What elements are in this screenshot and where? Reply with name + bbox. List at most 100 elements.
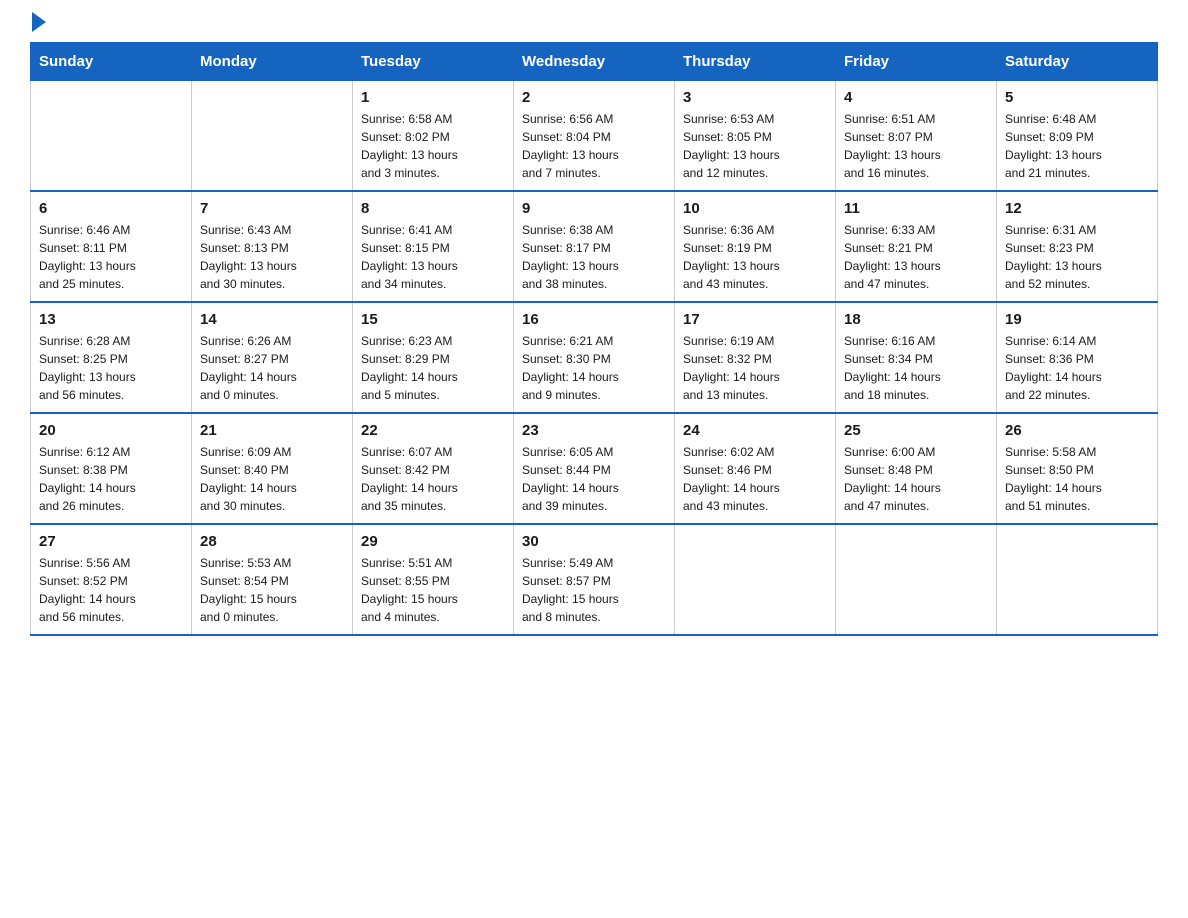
day-info: Sunrise: 6:46 AM Sunset: 8:11 PM Dayligh… — [39, 221, 183, 293]
day-number: 27 — [39, 533, 183, 550]
day-number: 24 — [683, 422, 827, 439]
day-info: Sunrise: 6:38 AM Sunset: 8:17 PM Dayligh… — [522, 221, 666, 293]
calendar-cell: 22 Sunrise: 6:07 AM Sunset: 8:42 PM Dayli… — [353, 413, 514, 524]
day-number: 26 — [1005, 422, 1149, 439]
calendar-cell: 7 Sunrise: 6:43 AM Sunset: 8:13 PM Daylig… — [192, 191, 353, 302]
calendar-cell: 27 Sunrise: 5:56 AM Sunset: 8:52 PM Dayli… — [31, 524, 192, 635]
calendar-cell: 19Sunrise: 6:14 AM Sunset: 8:36 PM Dayli… — [997, 302, 1158, 413]
day-info: Sunrise: 6:51 AM Sunset: 8:07 PM Dayligh… — [844, 110, 988, 182]
day-info: Sunrise: 5:51 AM Sunset: 8:55 PM Dayligh… — [361, 554, 505, 626]
calendar-cell: 12 Sunrise: 6:31 AM Sunset: 8:23 PM Dayli… — [997, 191, 1158, 302]
day-info: Sunrise: 5:49 AM Sunset: 8:57 PM Dayligh… — [522, 554, 666, 626]
calendar-cell: 14 Sunrise: 6:26 AM Sunset: 8:27 PM Dayli… — [192, 302, 353, 413]
day-info: Sunrise: 6:02 AM Sunset: 8:46 PM Dayligh… — [683, 443, 827, 515]
day-info: Sunrise: 6:21 AM Sunset: 8:30 PM Dayligh… — [522, 332, 666, 404]
calendar-cell: 8 Sunrise: 6:41 AM Sunset: 8:15 PM Daylig… — [353, 191, 514, 302]
day-number: 11 — [844, 200, 988, 217]
day-info: Sunrise: 5:56 AM Sunset: 8:52 PM Dayligh… — [39, 554, 183, 626]
day-number: 16 — [522, 311, 666, 328]
calendar-cell: 24 Sunrise: 6:02 AM Sunset: 8:46 PM Dayli… — [675, 413, 836, 524]
weekday-header-tuesday: Tuesday — [353, 43, 514, 81]
day-info: Sunrise: 6:23 AM Sunset: 8:29 PM Dayligh… — [361, 332, 505, 404]
day-info: Sunrise: 6:07 AM Sunset: 8:42 PM Dayligh… — [361, 443, 505, 515]
calendar-cell — [192, 81, 353, 192]
calendar-cell: 13 Sunrise: 6:28 AM Sunset: 8:25 PM Dayli… — [31, 302, 192, 413]
day-info: Sunrise: 6:28 AM Sunset: 8:25 PM Dayligh… — [39, 332, 183, 404]
calendar-cell: 11 Sunrise: 6:33 AM Sunset: 8:21 PM Dayli… — [836, 191, 997, 302]
day-number: 25 — [844, 422, 988, 439]
day-info: Sunrise: 6:31 AM Sunset: 8:23 PM Dayligh… — [1005, 221, 1149, 293]
day-number: 8 — [361, 200, 505, 217]
day-info: Sunrise: 6:12 AM Sunset: 8:38 PM Dayligh… — [39, 443, 183, 515]
day-info: Sunrise: 6:14 AM Sunset: 8:36 PM Dayligh… — [1005, 332, 1149, 404]
week-row-5: 27 Sunrise: 5:56 AM Sunset: 8:52 PM Dayli… — [31, 524, 1158, 635]
calendar-cell: 5 Sunrise: 6:48 AM Sunset: 8:09 PM Daylig… — [997, 81, 1158, 192]
day-number: 30 — [522, 533, 666, 550]
calendar-cell: 30 Sunrise: 5:49 AM Sunset: 8:57 PM Dayli… — [514, 524, 675, 635]
day-number: 5 — [1005, 89, 1149, 106]
calendar-cell: 9 Sunrise: 6:38 AM Sunset: 8:17 PM Daylig… — [514, 191, 675, 302]
day-number: 18 — [844, 311, 988, 328]
day-info: Sunrise: 5:58 AM Sunset: 8:50 PM Dayligh… — [1005, 443, 1149, 515]
calendar-cell — [997, 524, 1158, 635]
weekday-header-thursday: Thursday — [675, 43, 836, 81]
day-info: Sunrise: 6:26 AM Sunset: 8:27 PM Dayligh… — [200, 332, 344, 404]
day-number: 28 — [200, 533, 344, 550]
calendar-cell: 16 Sunrise: 6:21 AM Sunset: 8:30 PM Dayli… — [514, 302, 675, 413]
logo-triangle-icon — [32, 12, 46, 32]
day-info: Sunrise: 6:19 AM Sunset: 8:32 PM Dayligh… — [683, 332, 827, 404]
calendar-cell: 23Sunrise: 6:05 AM Sunset: 8:44 PM Dayli… — [514, 413, 675, 524]
calendar-cell: 6 Sunrise: 6:46 AM Sunset: 8:11 PM Daylig… — [31, 191, 192, 302]
day-info: Sunrise: 6:16 AM Sunset: 8:34 PM Dayligh… — [844, 332, 988, 404]
day-info: Sunrise: 6:43 AM Sunset: 8:13 PM Dayligh… — [200, 221, 344, 293]
day-number: 1 — [361, 89, 505, 106]
week-row-3: 13 Sunrise: 6:28 AM Sunset: 8:25 PM Dayli… — [31, 302, 1158, 413]
calendar-cell: 2 Sunrise: 6:56 AM Sunset: 8:04 PM Daylig… — [514, 81, 675, 192]
calendar-cell: 28Sunrise: 5:53 AM Sunset: 8:54 PM Dayli… — [192, 524, 353, 635]
day-info: Sunrise: 6:33 AM Sunset: 8:21 PM Dayligh… — [844, 221, 988, 293]
day-number: 13 — [39, 311, 183, 328]
calendar-cell: 15 Sunrise: 6:23 AM Sunset: 8:29 PM Dayli… — [353, 302, 514, 413]
weekday-header-monday: Monday — [192, 43, 353, 81]
calendar-cell: 10 Sunrise: 6:36 AM Sunset: 8:19 PM Dayli… — [675, 191, 836, 302]
week-row-2: 6 Sunrise: 6:46 AM Sunset: 8:11 PM Daylig… — [31, 191, 1158, 302]
day-info: Sunrise: 6:09 AM Sunset: 8:40 PM Dayligh… — [200, 443, 344, 515]
weekday-header-wednesday: Wednesday — [514, 43, 675, 81]
day-number: 14 — [200, 311, 344, 328]
day-number: 6 — [39, 200, 183, 217]
calendar-cell: 4Sunrise: 6:51 AM Sunset: 8:07 PM Daylig… — [836, 81, 997, 192]
day-number: 9 — [522, 200, 666, 217]
calendar-cell — [675, 524, 836, 635]
calendar-cell: 18 Sunrise: 6:16 AM Sunset: 8:34 PM Dayli… — [836, 302, 997, 413]
day-number: 17 — [683, 311, 827, 328]
day-info: Sunrise: 6:05 AM Sunset: 8:44 PM Dayligh… — [522, 443, 666, 515]
calendar-cell — [836, 524, 997, 635]
calendar-cell: 1 Sunrise: 6:58 AM Sunset: 8:02 PM Daylig… — [353, 81, 514, 192]
day-number: 20 — [39, 422, 183, 439]
day-info: Sunrise: 6:00 AM Sunset: 8:48 PM Dayligh… — [844, 443, 988, 515]
day-info: Sunrise: 6:53 AM Sunset: 8:05 PM Dayligh… — [683, 110, 827, 182]
day-info: Sunrise: 6:56 AM Sunset: 8:04 PM Dayligh… — [522, 110, 666, 182]
calendar-cell: 3 Sunrise: 6:53 AM Sunset: 8:05 PM Daylig… — [675, 81, 836, 192]
week-row-4: 20 Sunrise: 6:12 AM Sunset: 8:38 PM Dayli… — [31, 413, 1158, 524]
day-info: Sunrise: 6:58 AM Sunset: 8:02 PM Dayligh… — [361, 110, 505, 182]
calendar-cell: 25 Sunrise: 6:00 AM Sunset: 8:48 PM Dayli… — [836, 413, 997, 524]
day-number: 12 — [1005, 200, 1149, 217]
day-number: 2 — [522, 89, 666, 106]
day-info: Sunrise: 6:36 AM Sunset: 8:19 PM Dayligh… — [683, 221, 827, 293]
day-number: 15 — [361, 311, 505, 328]
day-number: 3 — [683, 89, 827, 106]
day-info: Sunrise: 6:41 AM Sunset: 8:15 PM Dayligh… — [361, 221, 505, 293]
logo — [30, 20, 46, 32]
week-row-1: 1 Sunrise: 6:58 AM Sunset: 8:02 PM Daylig… — [31, 81, 1158, 192]
calendar-table: SundayMondayTuesdayWednesdayThursdayFrid… — [30, 42, 1158, 636]
calendar-cell: 26 Sunrise: 5:58 AM Sunset: 8:50 PM Dayli… — [997, 413, 1158, 524]
day-number: 7 — [200, 200, 344, 217]
day-info: Sunrise: 6:48 AM Sunset: 8:09 PM Dayligh… — [1005, 110, 1149, 182]
calendar-cell: 20 Sunrise: 6:12 AM Sunset: 8:38 PM Dayli… — [31, 413, 192, 524]
day-number: 29 — [361, 533, 505, 550]
day-number: 10 — [683, 200, 827, 217]
weekday-header-saturday: Saturday — [997, 43, 1158, 81]
day-number: 22 — [361, 422, 505, 439]
calendar-cell: 17 Sunrise: 6:19 AM Sunset: 8:32 PM Dayli… — [675, 302, 836, 413]
